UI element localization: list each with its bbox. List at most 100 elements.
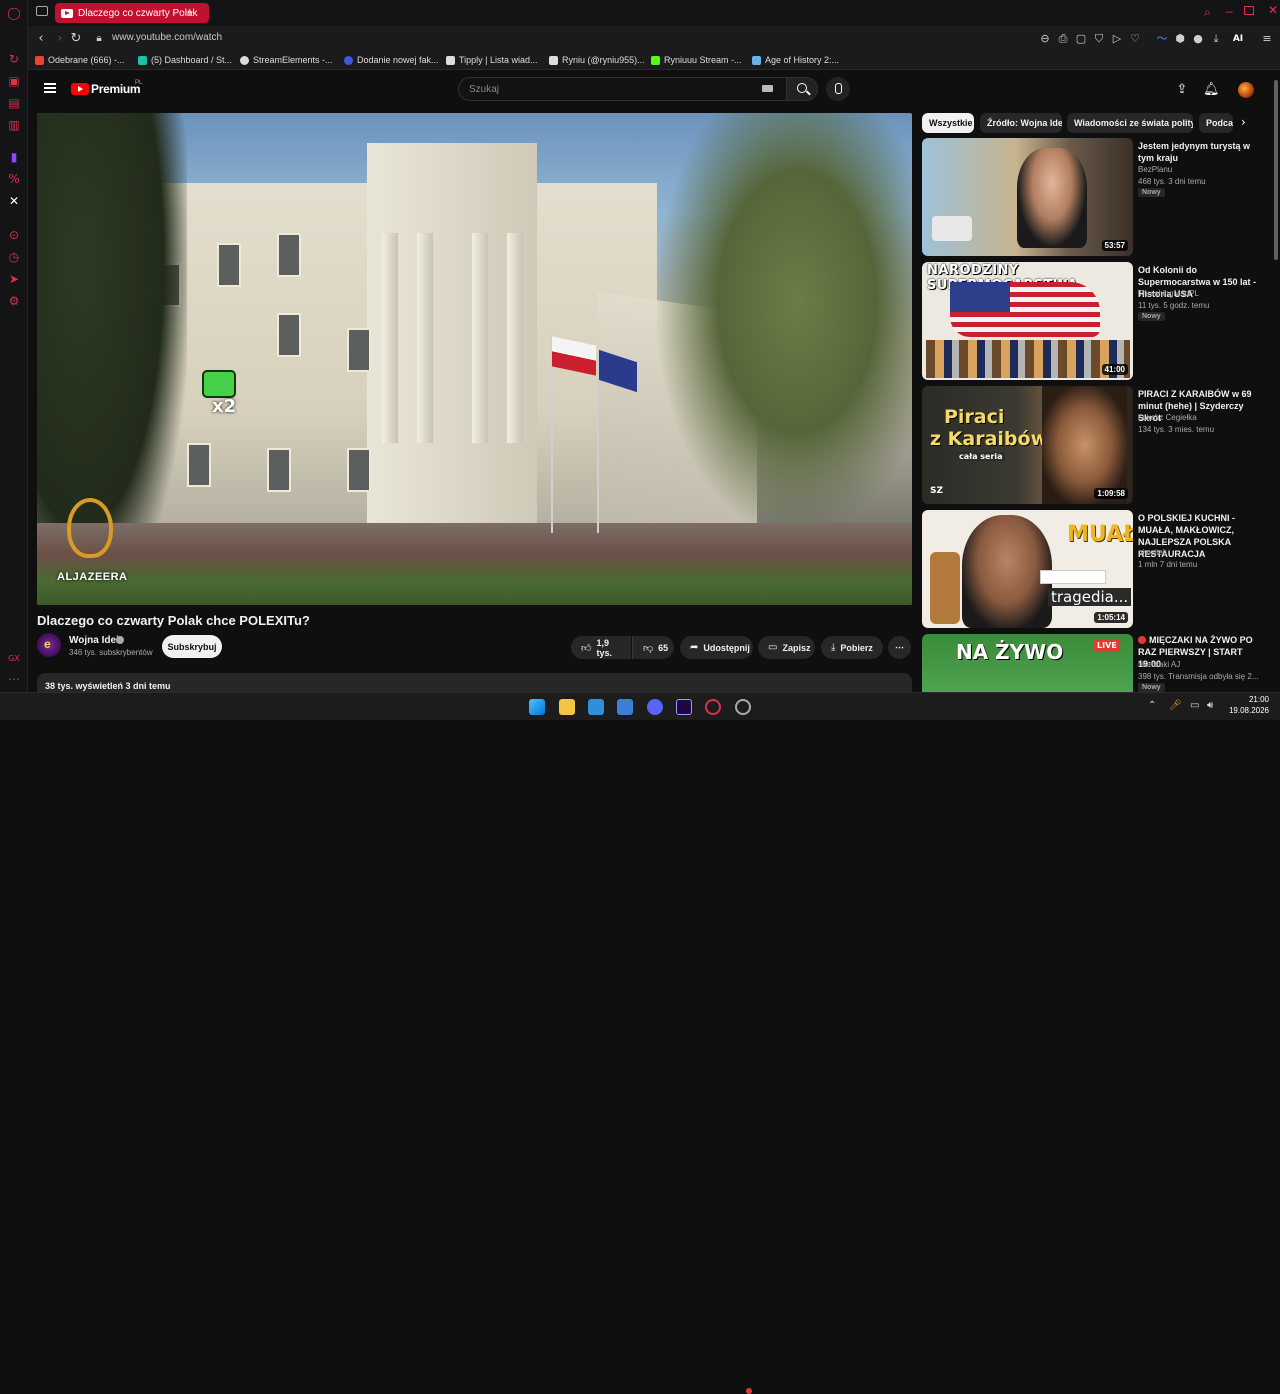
opera-icon[interactable]: ◯ <box>6 5 22 21</box>
logo-text[interactable]: Premium <box>91 82 141 96</box>
photos-icon[interactable] <box>588 699 604 715</box>
microphone-icon[interactable]: 🎤︎ <box>1169 700 1182 711</box>
youtube-logo-icon[interactable] <box>71 83 89 95</box>
volume-icon[interactable]: 🔊︎ <box>1207 700 1213 711</box>
hamburger-menu-icon[interactable] <box>44 83 56 93</box>
chevron-right-icon[interactable]: › <box>1241 115 1246 129</box>
chip-politics[interactable]: Wiadomości ze świata polityki <box>1067 113 1193 133</box>
bookmark-item[interactable]: Dodanie nowej fak... <box>344 55 439 65</box>
display-icon[interactable]: ▭ <box>1190 700 1199 711</box>
search-tabs-icon[interactable]: ⌕ <box>1204 5 1211 20</box>
twitch-icon[interactable]: ▮ <box>6 149 22 165</box>
close-window-icon[interactable]: ✕ <box>1268 3 1278 17</box>
bookmark-item[interactable]: Odebrane (666) -... <box>35 55 125 65</box>
more-actions-button[interactable]: ⋯ <box>888 636 911 659</box>
clock-icon[interactable]: ◷ <box>6 249 22 265</box>
page-scrollbar[interactable] <box>1272 70 1280 692</box>
avatar[interactable] <box>1238 82 1254 98</box>
share-icon: ➦ <box>690 642 699 653</box>
bookmark-item[interactable]: Ryniuuu Stream -... <box>651 55 742 65</box>
video-player[interactable]: x2 ALJAZEERA <box>37 113 912 605</box>
premiere-icon[interactable] <box>676 699 692 715</box>
wave-icon[interactable]: 〜 <box>1155 32 1169 46</box>
url-field[interactable]: www.youtube.com/watch <box>112 32 222 43</box>
clipboard-icon[interactable]: ▥ <box>6 117 22 133</box>
snapshot-icon[interactable]: ⎙ <box>1056 32 1070 46</box>
back-icon[interactable]: ‹ <box>33 31 49 47</box>
shield-icon[interactable]: ⛉ <box>1092 32 1106 46</box>
player-icon[interactable]: ⊙ <box>6 227 22 243</box>
x-icon[interactable]: ✕ <box>6 193 22 209</box>
send-icon[interactable]: ➤ <box>6 271 22 287</box>
related-thumbnail[interactable]: 53:57 <box>922 138 1133 256</box>
windows-taskbar: ⌃ 🎤︎ ▭ 🔊︎ 21:00 19.08.2026 <box>0 692 1280 1394</box>
related-channel[interactable]: Łukasz Cegiełka <box>1138 413 1197 422</box>
voice-search-icon[interactable] <box>826 77 850 101</box>
like-button[interactable]: 👍︎ 1,9 tys. <box>571 636 631 659</box>
invoice-icon <box>344 55 353 65</box>
user-icon[interactable]: ● <box>1191 32 1205 46</box>
menu-icon[interactable]: ≡ <box>1260 32 1274 46</box>
scroll-thumb[interactable] <box>1274 80 1278 260</box>
related-channel[interactable]: ojwojtek <box>1138 548 1167 557</box>
more-icon[interactable]: ⋯ <box>6 671 22 687</box>
subscribe-button[interactable]: Subskrybuj <box>162 635 222 658</box>
download-button[interactable]: ⤓ Pobierz <box>821 636 883 659</box>
search-input[interactable] <box>459 78 787 100</box>
file-explorer-icon[interactable] <box>559 699 575 715</box>
bookmark-item[interactable]: Ryniu (@ryniu955)... <box>549 55 645 65</box>
bookmark-item[interactable]: Tipply | Lista wiad... <box>446 55 538 65</box>
news-icon[interactable]: ▤ <box>6 95 22 111</box>
dislike-button[interactable]: 👎︎ 65 <box>632 636 674 659</box>
history-icon[interactable]: ↻ <box>6 51 22 67</box>
bookmark-item[interactable]: Age of History 2:... <box>752 55 839 65</box>
opera-gx-taskbar-icon[interactable] <box>705 699 721 715</box>
save-button[interactable]: ▭ Zapisz <box>758 636 815 659</box>
share-button[interactable]: ➦ Udostępnij <box>680 636 753 659</box>
related-thumbnail[interactable]: MUAŁA tragedia... 1:05:14 <box>922 510 1133 628</box>
bag-icon[interactable]: ▣ <box>6 73 22 89</box>
related-title[interactable]: Jestem jedynym turystą w tym kraju <box>1138 140 1266 164</box>
gx-icon[interactable]: GX <box>6 650 22 666</box>
clock-time[interactable]: 21:00 <box>1241 695 1269 704</box>
download-icon[interactable]: ⤓ <box>1209 32 1223 46</box>
upload-icon[interactable]: ⇪ <box>1174 82 1190 98</box>
discord-icon[interactable] <box>647 699 663 715</box>
related-thumbnail[interactable]: NA ŻYWO LIVE <box>922 634 1133 692</box>
settings-icon[interactable]: ⚙ <box>6 293 22 309</box>
bookmark-item[interactable]: (5) Dashboard / St... <box>138 55 232 65</box>
app-icon[interactable] <box>735 699 751 715</box>
new-tab-button[interactable]: + <box>186 4 194 19</box>
description-box[interactable]: 38 tys. wyświetleń 3 dni temu <box>37 673 912 692</box>
related-channel[interactable]: ThrashingMadPL <box>1138 289 1199 298</box>
maximize-icon[interactable] <box>1244 6 1254 15</box>
bookmark-item[interactable]: StreamElements -... <box>240 55 333 65</box>
related-channel[interactable]: BezPlanu <box>1138 165 1172 174</box>
forward-icon[interactable]: › <box>52 31 68 47</box>
related-thumbnail[interactable]: Piraci z Karaibów cała seria SZ 1:09:58 <box>922 386 1133 504</box>
tray-expand-icon[interactable]: ⌃ <box>1148 700 1156 711</box>
reload-icon[interactable]: ↻ <box>68 31 84 47</box>
bell-icon[interactable]: 🔔︎ <box>1203 82 1220 98</box>
aria-ai-button[interactable]: AI <box>1227 32 1249 46</box>
chip-all[interactable]: Wszystkie <box>922 113 974 133</box>
percent-icon[interactable]: % <box>6 171 22 187</box>
chip-podcasts[interactable]: Podcasty <box>1199 113 1233 133</box>
keyboard-icon[interactable] <box>762 85 773 92</box>
clock-date[interactable]: 19.08.2026 <box>1225 706 1269 715</box>
extensions-icon[interactable]: ⬢ <box>1173 32 1187 46</box>
chip-source[interactable]: Źródło: Wojna Idei <box>980 113 1062 133</box>
search-button[interactable] <box>786 77 818 101</box>
windows-start-icon[interactable] <box>529 699 545 715</box>
tabs-menu-icon[interactable] <box>36 6 48 16</box>
channel-avatar[interactable] <box>37 633 61 657</box>
heart-icon[interactable]: ♡ <box>1128 32 1142 46</box>
ai-app-icon[interactable] <box>617 699 633 715</box>
related-thumbnail[interactable]: NARODZINY SUPERMOCARSTWA 41:00 <box>922 262 1133 380</box>
crop-icon[interactable]: ▢ <box>1074 32 1088 46</box>
zoom-icon[interactable]: ⊖ <box>1038 32 1052 46</box>
play-icon[interactable]: ▷ <box>1110 32 1124 46</box>
channel-name[interactable]: Wojna Idei <box>69 635 119 646</box>
minimize-icon[interactable]: – <box>1226 4 1233 18</box>
related-channel[interactable]: Mieczaki AJ <box>1138 660 1180 669</box>
